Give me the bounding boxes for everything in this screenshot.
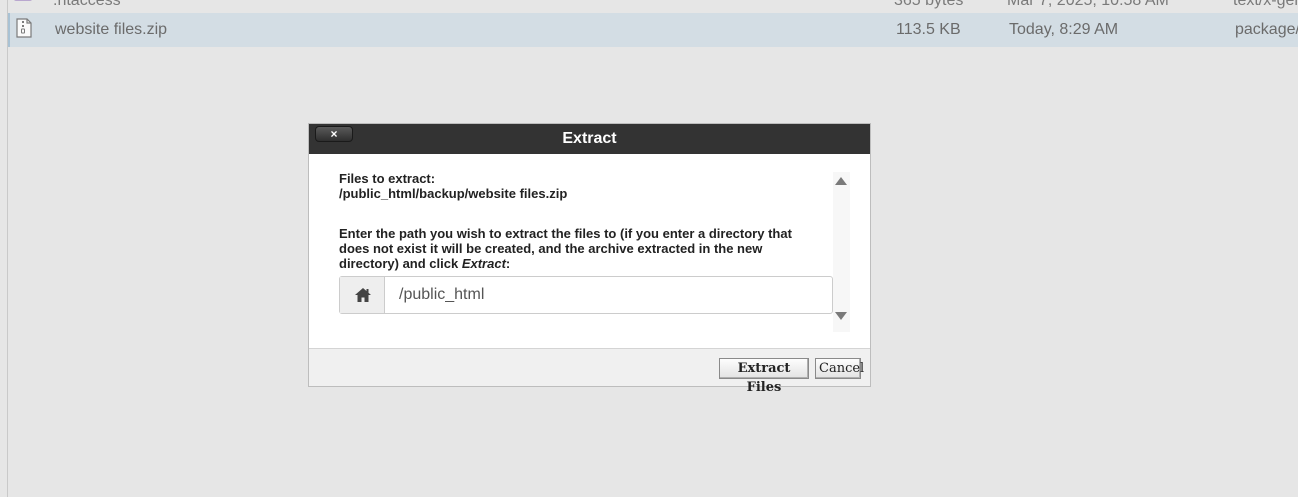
extract-dialog: × Extract Files to extract: /public_html…	[308, 123, 871, 395]
file-name: website files.zip	[55, 21, 168, 38]
zip-file-icon	[16, 18, 32, 38]
archive-path: /public_html/backup/website files.zip	[339, 186, 568, 201]
file-date: Mar 7, 2025, 10:58 AM	[1007, 0, 1169, 9]
dialog-footer: Extract Files Cancel	[309, 348, 870, 395]
path-addon	[340, 277, 385, 313]
extract-path-field	[339, 276, 833, 314]
extract-files-button[interactable]: Extract Files	[719, 358, 809, 395]
cancel-button[interactable]: Cancel	[815, 358, 864, 379]
file-manager-page: .htaccess 365 bytes Mar 7, 2025, 10:58 A…	[0, 0, 1298, 497]
file-name: .htaccess	[53, 0, 121, 9]
instructions-action: Extract	[461, 256, 506, 271]
file-type: text/x-generic	[1233, 0, 1298, 9]
scroll-up-icon[interactable]	[835, 177, 847, 185]
extract-instructions: Enter the path you wish to extract the f…	[339, 226, 819, 271]
dialog-scrollbar[interactable]	[833, 172, 850, 332]
file-size: 365 bytes	[894, 0, 964, 9]
file-type: package/x-generic	[1235, 21, 1298, 38]
instructions-text: Enter the path you wish to extract the f…	[339, 226, 792, 271]
files-to-extract-label: Files to extract:	[339, 171, 436, 186]
file-date: Today, 8:29 AM	[1009, 21, 1119, 38]
file-icon	[14, 0, 32, 1]
extract-path-input[interactable]	[386, 277, 830, 313]
file-row[interactable]: .htaccess 365 bytes Mar 7, 2025, 10:58 A…	[8, 0, 1298, 14]
instructions-suffix: :	[505, 256, 511, 271]
dialog-header: × Extract	[309, 124, 870, 154]
dialog-body: Files to extract: /public_html/backup/we…	[309, 154, 870, 348]
scroll-down-icon[interactable]	[835, 312, 847, 320]
file-row-selected[interactable]: website files.zip 113.5 KB Today, 8:29 A…	[8, 13, 1298, 47]
panel-border	[7, 0, 8, 497]
home-icon	[355, 288, 371, 302]
file-size: 113.5 KB	[896, 21, 961, 38]
dialog-title: Extract	[562, 130, 617, 147]
